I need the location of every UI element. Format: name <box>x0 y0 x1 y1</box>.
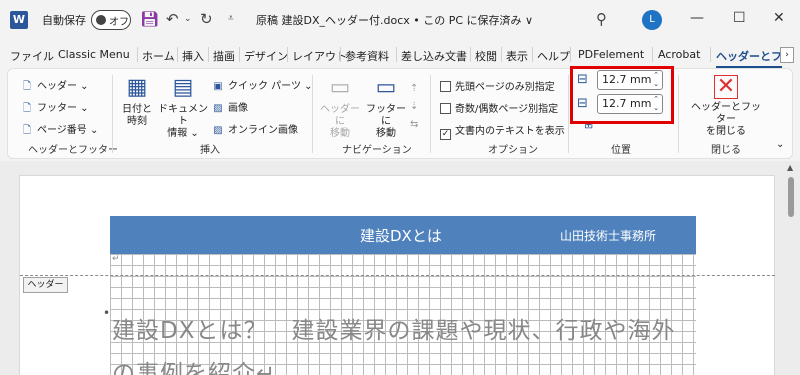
tab-insert[interactable]: 挿入 <box>182 48 204 64</box>
bullet-dot: • <box>103 306 111 320</box>
scroll-up-icon[interactable]: ▲ <box>787 163 793 172</box>
calendar-icon: ▦ <box>126 75 148 100</box>
autosave-toggle[interactable]: オフ <box>91 10 131 30</box>
tab-design[interactable]: デザイン <box>244 48 288 64</box>
undo-icon[interactable]: ↶ <box>166 10 179 28</box>
save-icon[interactable]: 💾︎ <box>140 10 159 28</box>
tab-scroll-right-icon[interactable]: › <box>780 47 794 63</box>
tab-layout[interactable]: レイアウト <box>292 48 347 64</box>
picture-button[interactable]: ▨ 画像 <box>211 99 248 114</box>
redo-icon[interactable]: ↻ <box>200 10 213 28</box>
customize-toolbar-icon[interactable]: ⩡ <box>228 13 234 24</box>
title-bar: W 自動保存 オフ 💾︎ ↶ ⌄ ↻ ⩡ 原稿 建設DX_ヘッダー付.docx … <box>0 0 800 40</box>
close-icon[interactable]: ✕ <box>773 10 785 26</box>
body-text-line-2[interactable]: の事例を紹介↵ <box>112 354 276 375</box>
tab-references[interactable]: 参考資料 <box>345 48 389 64</box>
tab-mailings[interactable]: 差し込み文書 <box>401 48 467 64</box>
header-office-name: 山田技術士事務所 <box>560 229 657 243</box>
footer-button[interactable]: 🗋 フッター ⌄ <box>20 99 89 118</box>
first-page-option[interactable]: 先頭ページのみ別指定 <box>440 78 555 93</box>
header-boundary-line <box>20 275 775 276</box>
quick-parts-icon: ▣ <box>213 81 223 92</box>
group-label-position: 位置 <box>611 145 631 156</box>
scroll-thumb[interactable] <box>788 177 794 217</box>
tab-view[interactable]: 表示 <box>506 48 528 64</box>
odd-even-option[interactable]: 奇数/偶数ページ別指定 <box>440 100 558 115</box>
tab-help[interactable]: ヘルプ <box>537 48 570 64</box>
goto-footer-button[interactable]: ▭ フッターに 移動 <box>364 75 408 140</box>
document-info-button[interactable]: ▤ ドキュメント 情報 ⌄ <box>158 75 208 140</box>
header-icon: 🗋 <box>22 81 32 92</box>
minimize-icon[interactable]: — <box>690 10 704 26</box>
body-text-line-1[interactable]: 建設DXとは？ 建設業界の課題や現状、行政や海外 <box>112 311 675 345</box>
goto-header-icon: ▭ <box>329 75 351 100</box>
group-label-insert: 挿入 <box>200 145 220 156</box>
vertical-scrollbar[interactable]: ▲ <box>783 161 800 375</box>
next-section-icon[interactable]: ⇣ <box>410 101 418 112</box>
odd-even-checkbox[interactable] <box>440 103 451 114</box>
document-title[interactable]: 原稿 建設DX_ヘッダー付.docx • この PC に保存済み ∨ <box>256 12 533 28</box>
document-header[interactable]: 建設DXとは 山田技術士事務所 <box>110 216 696 254</box>
online-picture-button[interactable]: ▨ オンライン画像 <box>211 121 298 136</box>
word-icon: W <box>10 11 28 29</box>
search-icon[interactable]: ⚲ <box>596 10 607 28</box>
show-text-checkbox[interactable]: ✓ <box>440 129 451 140</box>
group-label-header-footer: ヘッダーとフッター <box>28 145 118 156</box>
close-header-footer-button[interactable]: ✕ ヘッダーとフッター を閉じる <box>688 75 764 138</box>
highlight-box <box>570 66 674 124</box>
tab-header-footer[interactable]: ヘッダーとフ <box>716 48 782 68</box>
first-page-checkbox[interactable] <box>440 81 451 92</box>
tab-home[interactable]: ホーム <box>142 48 175 64</box>
ribbon-tabs: ファイル Classic Menu ホーム 挿入 描画 デザイン レイアウト 参… <box>0 44 800 68</box>
footer-icon: 🗋 <box>22 103 32 114</box>
group-label-close: 閉じる <box>711 145 741 156</box>
autosave-label: 自動保存 <box>42 14 86 27</box>
avatar[interactable]: L <box>642 10 662 30</box>
group-label-navigation: ナビゲーション <box>342 145 412 156</box>
goto-header-button[interactable]: ▭ ヘッダーに 移動 <box>318 75 362 140</box>
show-text-option[interactable]: ✓ 文書内のテキストを表示 <box>440 122 565 140</box>
quick-parts-button[interactable]: ▣ クイック パーツ ⌄ <box>211 77 312 92</box>
tab-review[interactable]: 校閲 <box>475 48 497 64</box>
online-picture-icon: ▨ <box>213 125 223 136</box>
ribbon: 🗋 ヘッダー ⌄ 🗋 フッター ⌄ 🗋 ページ番号 ⌄ ヘッダーとフッター ▦ 日付と… <box>7 68 793 159</box>
autosave-state: オフ <box>109 17 129 28</box>
page-number-button[interactable]: 🗋 ページ番号 ⌄ <box>20 121 98 140</box>
toggle-knob <box>96 15 106 25</box>
header-tag: ヘッダー <box>23 277 68 293</box>
group-label-options: オプション <box>488 145 538 156</box>
link-previous-icon[interactable]: ⇆ <box>410 119 418 130</box>
prev-section-icon[interactable]: ⇡ <box>410 83 418 94</box>
tab-file[interactable]: ファイル <box>10 48 54 64</box>
goto-footer-icon: ▭ <box>375 75 397 100</box>
header-title: 建設DXとは <box>360 227 442 245</box>
picture-icon: ▨ <box>213 103 223 114</box>
collapse-ribbon-icon[interactable]: ⌄ <box>776 139 784 150</box>
tab-classic-menu[interactable]: Classic Menu <box>58 48 130 61</box>
header-button[interactable]: 🗋 ヘッダー ⌄ <box>20 77 89 96</box>
maximize-icon[interactable]: ☐ <box>733 10 746 26</box>
close-icon: ✕ <box>714 75 738 99</box>
date-time-button[interactable]: ▦ 日付と 時刻 <box>120 75 154 128</box>
paragraph-mark: ↵ <box>112 254 120 264</box>
document-info-icon: ▤ <box>172 75 194 100</box>
undo-dropdown-icon[interactable]: ⌄ <box>184 14 192 24</box>
tab-pdfelement[interactable]: PDFelement <box>578 48 644 61</box>
tab-draw[interactable]: 描画 <box>213 48 235 64</box>
page-number-icon: 🗋 <box>22 125 32 136</box>
tab-acrobat[interactable]: Acrobat <box>658 48 700 61</box>
